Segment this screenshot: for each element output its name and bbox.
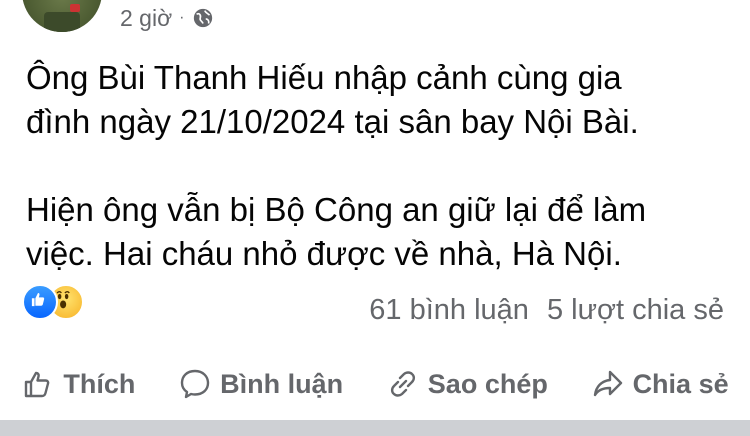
comment-count[interactable]: 61 bình luận bbox=[369, 292, 529, 328]
post-body: Ông Bùi Thanh Hiếu nhập cảnh cùng gia đì… bbox=[26, 56, 726, 276]
copy-label: Sao chép bbox=[427, 368, 548, 399]
link-icon bbox=[390, 371, 415, 397]
like-label: Thích bbox=[63, 368, 136, 399]
like-button[interactable]: Thích bbox=[21, 367, 135, 401]
share-count[interactable]: 5 lượt chia sẻ bbox=[547, 292, 724, 328]
timestamp[interactable]: 2 giờ bbox=[120, 4, 172, 32]
post-paragraph: Ông Bùi Thanh Hiếu nhập cảnh cùng gia đì… bbox=[26, 59, 639, 140]
avatar[interactable] bbox=[22, 0, 102, 32]
avatar-uniform bbox=[44, 12, 80, 32]
engagement-counts: 61 bình luận 5 lượt chia sẻ bbox=[369, 292, 724, 328]
comment-button[interactable]: Bình luận bbox=[178, 367, 343, 401]
copy-button[interactable]: Sao chép bbox=[386, 367, 548, 401]
thumbs-up-icon bbox=[25, 371, 50, 398]
post-header: 2 giờ · bbox=[0, 0, 750, 40]
reaction-summary[interactable] bbox=[22, 284, 102, 320]
comment-label: Bình luận bbox=[220, 368, 344, 399]
globe-icon bbox=[192, 7, 214, 29]
share-label: Chia sẻ bbox=[632, 368, 729, 399]
comment-bubble-icon bbox=[180, 369, 210, 399]
action-bar: Thích Bình luận Sao chép Chia sẻ bbox=[0, 362, 750, 406]
meta-separator: · bbox=[179, 9, 185, 26]
post-separator bbox=[0, 420, 750, 436]
post-paragraph: Hiện ông vẫn bị Bộ Công an giữ lại để là… bbox=[26, 191, 647, 272]
avatar-badge bbox=[70, 4, 80, 12]
post-meta: 2 giờ · bbox=[120, 4, 214, 32]
share-arrow-icon bbox=[593, 370, 622, 397]
like-reaction-icon bbox=[22, 284, 58, 320]
share-button[interactable]: Chia sẻ bbox=[591, 367, 729, 401]
